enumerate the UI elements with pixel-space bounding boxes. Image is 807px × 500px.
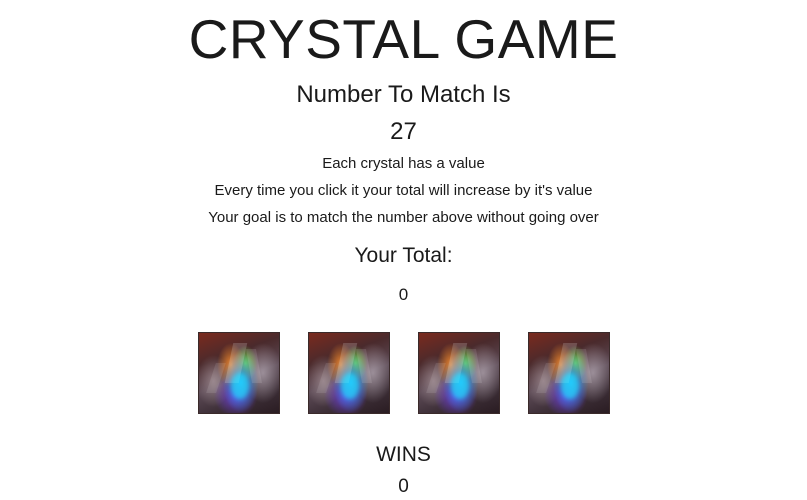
crystal-game-page: CRYSTAL GAME Number To Match Is 27 Each …	[0, 0, 807, 500]
crystal-shard	[466, 349, 482, 383]
game-title: CRYSTAL GAME	[188, 8, 619, 70]
wins-value: 0	[398, 476, 409, 497]
instruction-line-1: Each crystal has a value	[322, 155, 485, 172]
crystal-shard	[356, 349, 372, 383]
crystal-shard	[316, 363, 336, 393]
crystal-glow	[231, 373, 249, 399]
crystal-shard	[206, 363, 226, 393]
crystal-button-3[interactable]	[418, 332, 500, 414]
crystal-button-1[interactable]	[198, 332, 280, 414]
target-number: 27	[390, 118, 417, 145]
crystal-button-4[interactable]	[528, 332, 610, 414]
instruction-line-2: Every time you click it your total will …	[214, 182, 593, 199]
instruction-line-3: Your goal is to match the number above w…	[208, 209, 599, 226]
crystal-glow	[451, 373, 469, 399]
crystal-shard	[576, 349, 592, 383]
crystal-shard	[246, 349, 262, 383]
crystal-glow	[341, 373, 359, 399]
total-value: 0	[398, 285, 409, 304]
crystal-button-2[interactable]	[308, 332, 390, 414]
match-heading: Number To Match Is	[296, 81, 511, 108]
crystal-shard	[426, 363, 446, 393]
crystal-shard	[536, 363, 556, 393]
wins-label: WINS	[376, 443, 431, 466]
total-heading: Your Total:	[354, 244, 453, 267]
crystal-glow	[561, 373, 579, 399]
